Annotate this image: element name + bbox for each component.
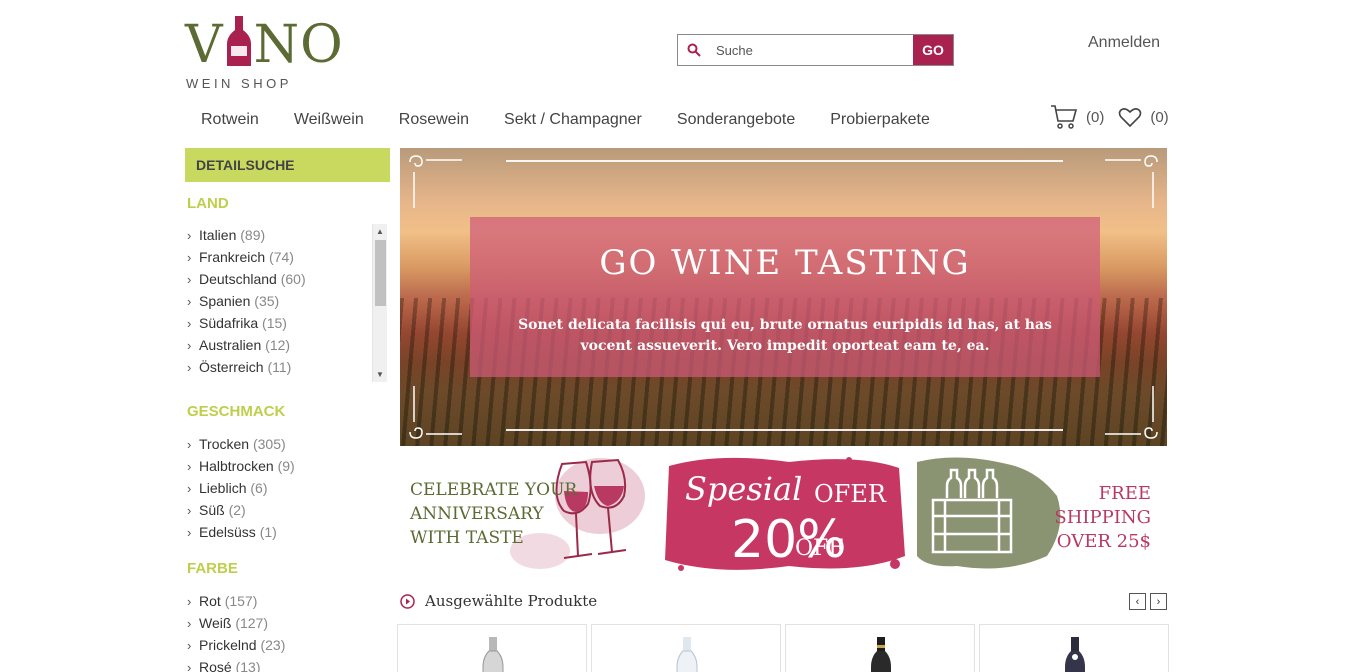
chevron-right-icon: › xyxy=(187,481,192,496)
hero-divider-bottom xyxy=(506,429,1063,431)
filter-item[interactable]: › Süß (2) xyxy=(185,499,390,521)
nav-item-sekt[interactable]: Sekt / Champagner xyxy=(504,111,642,129)
nav-item-weisswein[interactable]: Weißwein xyxy=(294,111,364,129)
product-card[interactable] xyxy=(397,624,587,672)
nav-item-rotwein[interactable]: Rotwein xyxy=(201,111,259,129)
search-input[interactable] xyxy=(710,35,913,65)
promo-shipping-text: FREE SHIPPING OVER 25$ xyxy=(1054,483,1151,552)
chevron-right-icon: › xyxy=(187,594,192,609)
filter-item[interactable]: › Edelsüss (1) xyxy=(185,521,390,543)
chevron-right-icon: › xyxy=(187,459,192,474)
featured-carousel-nav: ‹ › xyxy=(1125,593,1167,610)
ornament-corner-icon xyxy=(409,155,462,208)
product-carousel xyxy=(397,624,1173,672)
cart-count[interactable]: (0) xyxy=(1086,109,1104,126)
filter-item[interactable]: › Trocken (305) xyxy=(185,433,390,455)
filter-title-farbe: FARBE xyxy=(187,560,238,577)
chevron-right-icon: › xyxy=(187,660,192,672)
bottle-image xyxy=(482,637,504,672)
chevron-right-icon: › xyxy=(187,338,192,353)
filter-title-land: LAND xyxy=(187,195,229,212)
product-card[interactable] xyxy=(979,624,1169,672)
chevron-right-icon: › xyxy=(187,437,192,452)
cart-icon[interactable] xyxy=(1050,104,1078,130)
main-nav: Rotwein Weißwein Rosewein Sekt / Champag… xyxy=(201,111,965,129)
promo-anniversary[interactable]: CELEBRATE YOUR ANNIVERSARY WITH TASTE xyxy=(400,456,650,572)
chevron-right-icon: › xyxy=(187,525,192,540)
chevron-right-icon: › xyxy=(187,250,192,265)
hero-overlay-panel: GO WINE TASTING Sonet delicata facilisis… xyxy=(470,217,1100,377)
chevron-right-icon: › xyxy=(187,228,192,243)
login-link[interactable]: Anmelden xyxy=(1088,34,1160,52)
search-bar: GO xyxy=(677,34,954,66)
promo-off-text: OFF xyxy=(795,536,844,561)
farbe-list: › Rot (157) › Weiß (127) › Prickelnd (23) ›… xyxy=(185,590,390,672)
nav-item-rosewein[interactable]: Rosewein xyxy=(399,111,469,129)
filter-item[interactable]: › Australien (12) xyxy=(185,334,390,356)
chevron-right-icon: › xyxy=(187,616,192,631)
promo-anniversary-text: CELEBRATE YOUR ANNIVERSARY WITH TASTE xyxy=(410,480,578,548)
wishlist-count[interactable]: (0) xyxy=(1150,109,1168,126)
header-actions: (0) (0) xyxy=(1050,104,1183,130)
filter-item[interactable]: › Lieblich (6) xyxy=(185,477,390,499)
scroll-up-icon[interactable]: ▲ xyxy=(376,227,384,236)
land-list: › Italien (89) › Frankreich (74) › Deutschl… xyxy=(185,224,390,378)
hero-divider-top xyxy=(506,160,1063,162)
scroll-thumb[interactable] xyxy=(375,240,386,306)
filter-item[interactable]: › Rot (157) xyxy=(185,590,390,612)
nav-item-sonderangebote[interactable]: Sonderangebote xyxy=(677,111,795,129)
ornament-corner-icon xyxy=(409,386,462,439)
filter-item[interactable]: › Spanien (35) xyxy=(185,290,390,312)
ornament-corner-icon xyxy=(1105,155,1158,208)
play-circle-icon xyxy=(400,593,415,609)
logo[interactable]: V NO WEIN SHOP xyxy=(185,14,343,94)
promo-script-text: Spesial xyxy=(685,470,803,508)
land-scrollbar[interactable]: ▲ ▼ xyxy=(372,224,387,382)
filter-item[interactable]: › Halbtrocken (9) xyxy=(185,455,390,477)
land-filter-box: › Italien (89) › Frankreich (74) › Deutschl… xyxy=(185,224,390,384)
hero-text: Sonet delicata facilisis qui eu, brute o… xyxy=(518,317,1052,354)
promo-free-shipping[interactable]: FREE SHIPPING OVER 25$ xyxy=(917,456,1167,572)
heart-icon[interactable] xyxy=(1118,106,1142,128)
filter-item[interactable]: › Deutschland (60) xyxy=(185,268,390,290)
filter-item[interactable]: › Weiß (127) xyxy=(185,612,390,634)
chevron-right-icon: › xyxy=(187,360,192,375)
ornament-corner-icon xyxy=(1105,386,1158,439)
chevron-right-icon: › xyxy=(187,638,192,653)
filter-item[interactable]: › Österreich (11) xyxy=(185,356,390,378)
bottle-image xyxy=(676,637,698,672)
wine-bottle-icon xyxy=(226,16,251,66)
bottle-image xyxy=(1065,637,1085,672)
logo-wordmark: V NO xyxy=(185,15,344,75)
hero-title: GO WINE TASTING xyxy=(599,243,971,283)
product-card[interactable] xyxy=(591,624,781,672)
chevron-right-icon: › xyxy=(187,294,192,309)
filter-item[interactable]: › Frankreich (74) xyxy=(185,246,390,268)
geschmack-list: › Trocken (305) › Halbtrocken (9) › Lieblic… xyxy=(185,433,390,543)
search-icon xyxy=(678,35,710,65)
nav-item-probierpakete[interactable]: Probierpakete xyxy=(830,111,930,129)
filter-item[interactable]: › Prickelnd (23) xyxy=(185,634,390,656)
hero-banner[interactable]: GO WINE TASTING Sonet delicata facilisis… xyxy=(400,148,1167,446)
carousel-prev-button[interactable]: ‹ xyxy=(1129,593,1146,610)
scroll-down-icon[interactable]: ▼ xyxy=(376,370,384,379)
chevron-right-icon: › xyxy=(187,316,192,331)
carousel-next-button[interactable]: › xyxy=(1150,593,1167,610)
chevron-right-icon: › xyxy=(187,272,192,287)
filter-item[interactable]: › Südafrika (15) xyxy=(185,312,390,334)
search-go-button[interactable]: GO xyxy=(913,35,953,65)
chevron-right-icon: › xyxy=(187,503,192,518)
bottle-image xyxy=(871,637,891,672)
promo-special-offer[interactable]: Spesial OFER 20% OFF xyxy=(659,456,909,572)
promo-ofer-text: OFER xyxy=(814,480,886,508)
filter-title-geschmack: GESCHMACK xyxy=(187,403,286,420)
featured-section-title: Ausgewählte Produkte xyxy=(400,592,597,610)
filter-item[interactable]: › Italien (89) xyxy=(185,224,390,246)
filter-sidebar: DETAILSUCHE LAND › Italien (89) › Frankrei… xyxy=(185,148,390,672)
detailsuche-header: DETAILSUCHE xyxy=(185,148,390,182)
product-card[interactable] xyxy=(785,624,975,672)
logo-subtitle: WEIN SHOP xyxy=(186,76,292,91)
filter-item[interactable]: › Rosé (13) xyxy=(185,656,390,672)
